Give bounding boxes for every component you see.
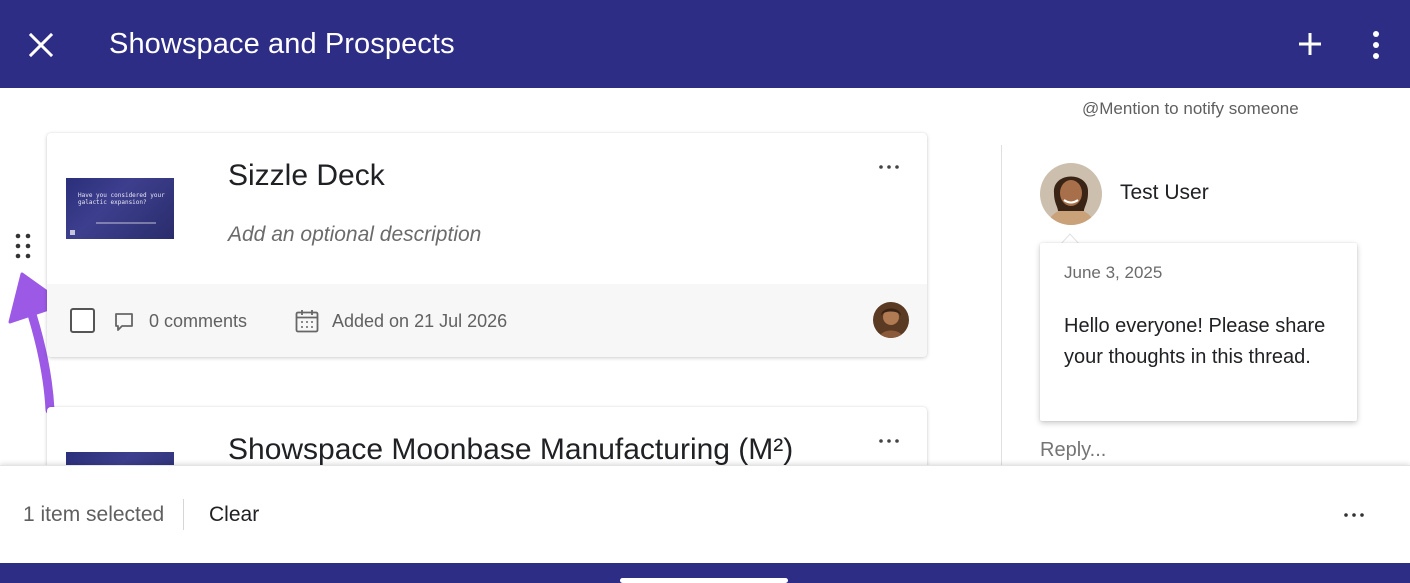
- card-title[interactable]: Sizzle Deck: [228, 159, 385, 193]
- more-horizontal-icon: [879, 165, 899, 169]
- card-title[interactable]: Showspace Moonbase Manufacturing (M²): [228, 433, 793, 467]
- selection-more-button[interactable]: [1342, 508, 1366, 522]
- comment-message: Hello everyone! Please share your though…: [1064, 315, 1326, 368]
- thumbnail-subline: [96, 222, 156, 224]
- reply-input[interactable]: [1040, 437, 1358, 463]
- close-icon: [28, 32, 54, 58]
- added-date: Added on 21 Jul 2026: [332, 311, 508, 331]
- more-vertical-icon: [1373, 31, 1379, 59]
- card-more-button[interactable]: [877, 159, 901, 175]
- thumbnail-text: Have you considered your galactic expans…: [78, 192, 165, 206]
- file-thumbnail: Have you considered your galactic expans…: [66, 178, 174, 239]
- drag-handle-icon: [15, 233, 31, 259]
- avatar: [1040, 163, 1102, 225]
- card-description[interactable]: Add an optional description: [228, 223, 481, 247]
- clear-selection-button[interactable]: Clear: [209, 503, 259, 527]
- selection-divider: [183, 499, 184, 530]
- top-app-bar: Showspace and Prospects: [0, 0, 1410, 88]
- user-avatar-image: [1040, 163, 1102, 225]
- more-horizontal-icon: [879, 439, 899, 443]
- mention-hint: @Mention to notify someone: [1082, 99, 1299, 118]
- home-indicator[interactable]: [620, 578, 788, 583]
- drag-handle[interactable]: [12, 232, 34, 262]
- panel-divider: [1001, 145, 1002, 465]
- card-footer: 0 comments Added on 21 Jul 2026: [47, 284, 927, 357]
- overflow-menu-button[interactable]: [1362, 28, 1390, 62]
- card-more-button[interactable]: [877, 433, 901, 449]
- comment-bubble: June 3, 2025 Hello everyone! Please shar…: [1040, 243, 1357, 421]
- app-frame: Showspace and Prospects Have you conside…: [0, 0, 1410, 583]
- selection-bar: 1 item selected Clear: [0, 465, 1410, 563]
- select-checkbox[interactable]: [70, 308, 95, 333]
- comment-icon: [115, 313, 133, 331]
- file-card[interactable]: Have you considered your galactic expans…: [47, 133, 927, 357]
- avatar[interactable]: [873, 302, 909, 338]
- add-button[interactable]: [1294, 28, 1326, 60]
- comment-date: June 3, 2025: [1064, 263, 1163, 282]
- page-title: Showspace and Prospects: [109, 28, 455, 60]
- selection-count: 1 item selected: [23, 503, 165, 526]
- avatar-image: [873, 302, 909, 338]
- calendar-icon: [295, 310, 319, 333]
- plus-icon: [1299, 33, 1321, 55]
- bottom-system-bar: [0, 563, 1410, 583]
- comment-count[interactable]: 0 comments: [149, 311, 247, 332]
- thumbnail-logo: [70, 230, 75, 235]
- close-button[interactable]: [24, 28, 58, 62]
- comment-author: Test User: [1120, 181, 1209, 204]
- more-horizontal-icon: [1344, 513, 1364, 517]
